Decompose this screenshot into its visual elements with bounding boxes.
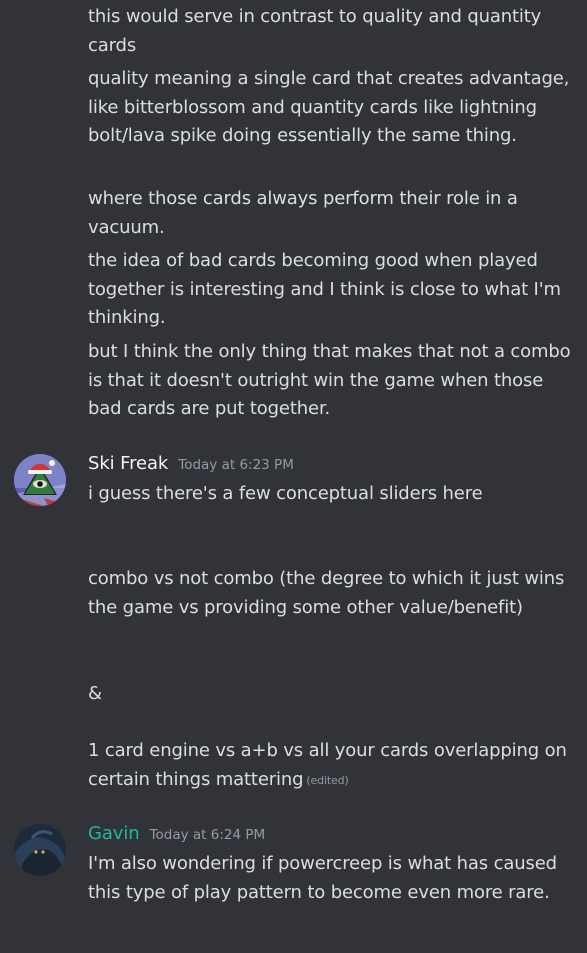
username-ski-freak[interactable]: Ski Freak xyxy=(88,453,168,474)
timestamp[interactable]: Today at 6:23 PM xyxy=(178,457,294,473)
message-text: i guess there's a few conceptual sliders… xyxy=(88,483,483,504)
message-text: 1 card engine vs a+b vs all your cards o… xyxy=(88,737,572,795)
username-gavin[interactable]: Gavin xyxy=(88,823,140,844)
message-text: this would serve in contrast to quality … xyxy=(88,6,542,56)
gavin-avatar[interactable] xyxy=(14,824,66,876)
illuminati-santa-icon xyxy=(14,454,66,506)
message-text: the idea of bad cards becoming good when… xyxy=(88,250,561,328)
ski-freak-avatar[interactable] xyxy=(14,454,66,506)
chat-messages: this would serve in contrast to quality … xyxy=(0,0,587,953)
dark-creature-icon xyxy=(14,824,66,876)
message-text: I'm also wondering if powercreep is what… xyxy=(88,853,557,903)
message-text: quality meaning a single card that creat… xyxy=(88,68,570,146)
message-header: Ski Freak Today at 6:23 PM xyxy=(88,453,294,477)
message-text: & xyxy=(88,683,102,704)
message-text: where those cards always perform their r… xyxy=(88,188,518,238)
timestamp[interactable]: Today at 6:24 PM xyxy=(150,827,266,843)
message-text: combo vs not combo (the degree to which … xyxy=(88,568,565,618)
message-header: Gavin Today at 6:24 PM xyxy=(88,823,265,847)
message-text: but I think the only thing that makes th… xyxy=(88,341,571,419)
edited-label: (edited) xyxy=(306,773,349,787)
